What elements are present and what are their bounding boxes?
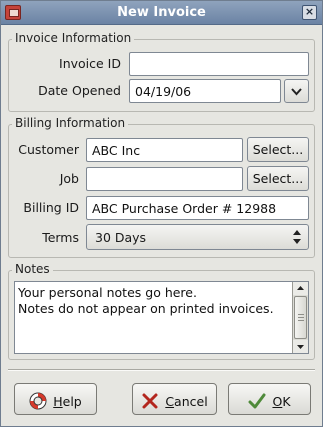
scroll-thumb[interactable] — [294, 296, 307, 339]
invoice-information-label: Invoice Information — [12, 31, 135, 45]
window-title: New Invoice — [117, 5, 206, 20]
notes-label: Notes — [12, 262, 53, 276]
ok-label: OK — [272, 393, 291, 409]
ok-check-icon — [248, 393, 266, 409]
help-label: Help — [53, 393, 82, 409]
customer-select-button[interactable]: Select... — [247, 137, 309, 162]
updown-arrows-icon — [293, 230, 301, 244]
scroll-up-button[interactable] — [293, 282, 308, 295]
billing-information-label: Billing Information — [12, 116, 129, 130]
date-opened-label: Date Opened — [38, 83, 121, 98]
scroll-down-icon — [297, 345, 304, 349]
close-button[interactable]: × — [302, 5, 317, 20]
cancel-button[interactable]: Cancel — [132, 383, 217, 415]
button-separator — [8, 369, 315, 371]
invoice-id-label: Invoice ID — [59, 56, 121, 71]
scroll-up-icon — [297, 286, 304, 290]
job-input[interactable] — [86, 167, 243, 191]
invoice-id-input[interactable] — [129, 52, 309, 76]
scroll-down-button[interactable] — [293, 340, 308, 353]
notes-textarea[interactable]: Your personal notes go here. Notes do no… — [14, 281, 309, 354]
help-button[interactable]: Help — [14, 383, 97, 415]
date-picker-button[interactable] — [284, 79, 309, 103]
cancel-x-icon — [142, 393, 158, 409]
notes-scrollbar[interactable] — [292, 282, 308, 353]
notes-text: Your personal notes go here. Notes do no… — [18, 285, 274, 316]
job-label: Job — [59, 171, 79, 186]
terms-selected-value: 30 Days — [95, 230, 147, 245]
customer-input[interactable] — [86, 138, 243, 162]
chevron-down-icon — [291, 87, 302, 95]
billing-id-input[interactable] — [86, 196, 309, 220]
terms-dropdown[interactable]: 30 Days — [86, 224, 309, 250]
customer-label: Customer — [18, 142, 79, 157]
job-select-button[interactable]: Select... — [247, 166, 309, 191]
billing-id-label: Billing ID — [23, 200, 79, 215]
terms-label: Terms — [42, 230, 79, 245]
cancel-label: Cancel — [165, 393, 208, 409]
new-invoice-dialog: New Invoice × Invoice Information Invoic… — [0, 0, 323, 427]
title-bar[interactable]: New Invoice × — [1, 1, 322, 25]
date-opened-input[interactable] — [129, 79, 281, 103]
lifebuoy-icon — [29, 392, 47, 410]
ok-button[interactable]: OK — [228, 383, 311, 415]
